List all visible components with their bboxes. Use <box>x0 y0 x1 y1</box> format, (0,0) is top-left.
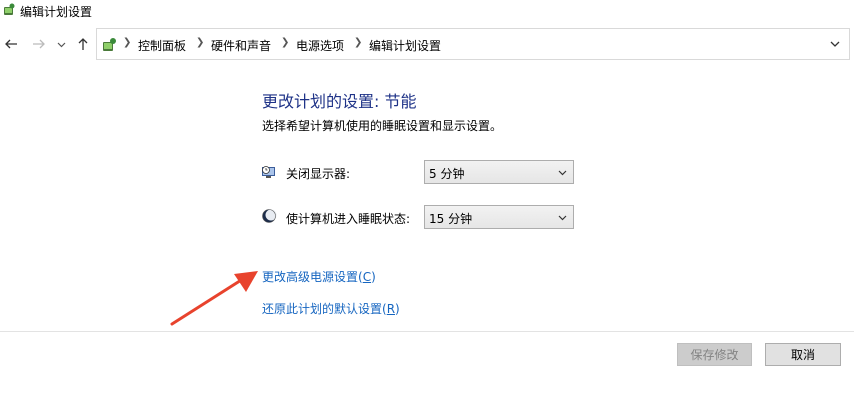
footer-divider <box>0 331 854 332</box>
display-off-select[interactable]: 5 分钟 <box>424 160 574 184</box>
moon-icon <box>262 209 277 223</box>
breadcrumb-edit-plan-settings[interactable]: 编辑计划设置 <box>369 37 441 54</box>
restore-link-text: 还原此计划的默认设置( <box>262 302 387 316</box>
advanced-power-settings-link[interactable]: 更改高级电源设置(C) <box>262 268 376 285</box>
sleep-select[interactable]: 15 分钟 <box>424 205 574 229</box>
window-title: 编辑计划设置 <box>20 5 93 19</box>
sleep-value: 15 分钟 <box>429 212 473 226</box>
navigation-bar: ❯ 控制面板 ❯ 硬件和声音 ❯ 电源选项 ❯ 编辑计划设置 <box>0 28 854 60</box>
breadcrumb-separator-icon[interactable]: ❯ <box>354 37 362 48</box>
chevron-down-icon <box>558 215 567 221</box>
breadcrumb-hardware-sound[interactable]: 硬件和声音 <box>211 37 271 54</box>
breadcrumb-separator-icon[interactable]: ❯ <box>281 37 289 48</box>
address-dropdown-chevron-icon[interactable] <box>829 38 841 50</box>
power-options-icon <box>103 38 116 51</box>
power-options-icon <box>4 3 15 15</box>
up-arrow-icon[interactable] <box>75 36 91 52</box>
recent-locations-chevron-icon[interactable] <box>55 36 67 52</box>
restore-link-accesskey: R <box>386 302 396 316</box>
monitor-clock-icon <box>262 166 275 178</box>
page-description: 选择希望计算机使用的睡眠设置和显示设置。 <box>262 119 503 133</box>
advanced-link-accesskey: C <box>362 270 372 284</box>
back-arrow-icon[interactable] <box>3 36 19 52</box>
page-title: 更改计划的设置: 节能 <box>262 92 417 111</box>
chevron-down-icon <box>558 170 567 176</box>
breadcrumb-power-options[interactable]: 电源选项 <box>296 37 344 54</box>
display-off-label: 关闭显示器: <box>286 167 351 181</box>
address-bar[interactable]: ❯ 控制面板 ❯ 硬件和声音 ❯ 电源选项 ❯ 编辑计划设置 <box>96 28 850 60</box>
save-changes-button[interactable]: 保存修改 <box>677 343 752 366</box>
breadcrumb-separator-icon[interactable]: ❯ <box>196 37 204 48</box>
advanced-link-close: ) <box>371 270 376 284</box>
breadcrumb-separator-icon: ❯ <box>123 37 132 48</box>
advanced-link-text: 更改高级电源设置( <box>262 270 363 284</box>
restore-default-settings-link[interactable]: 还原此计划的默认设置(R) <box>262 300 400 317</box>
annotation-arrow-icon <box>170 271 258 326</box>
forward-arrow-icon[interactable] <box>31 36 47 52</box>
title-bar: 编辑计划设置 <box>0 0 854 22</box>
breadcrumb-control-panel[interactable]: 控制面板 <box>138 37 186 54</box>
sleep-label: 使计算机进入睡眠状态: <box>286 212 411 226</box>
restore-link-close: ) <box>395 302 400 316</box>
display-off-value: 5 分钟 <box>429 167 465 181</box>
cancel-button[interactable]: 取消 <box>765 343 841 366</box>
